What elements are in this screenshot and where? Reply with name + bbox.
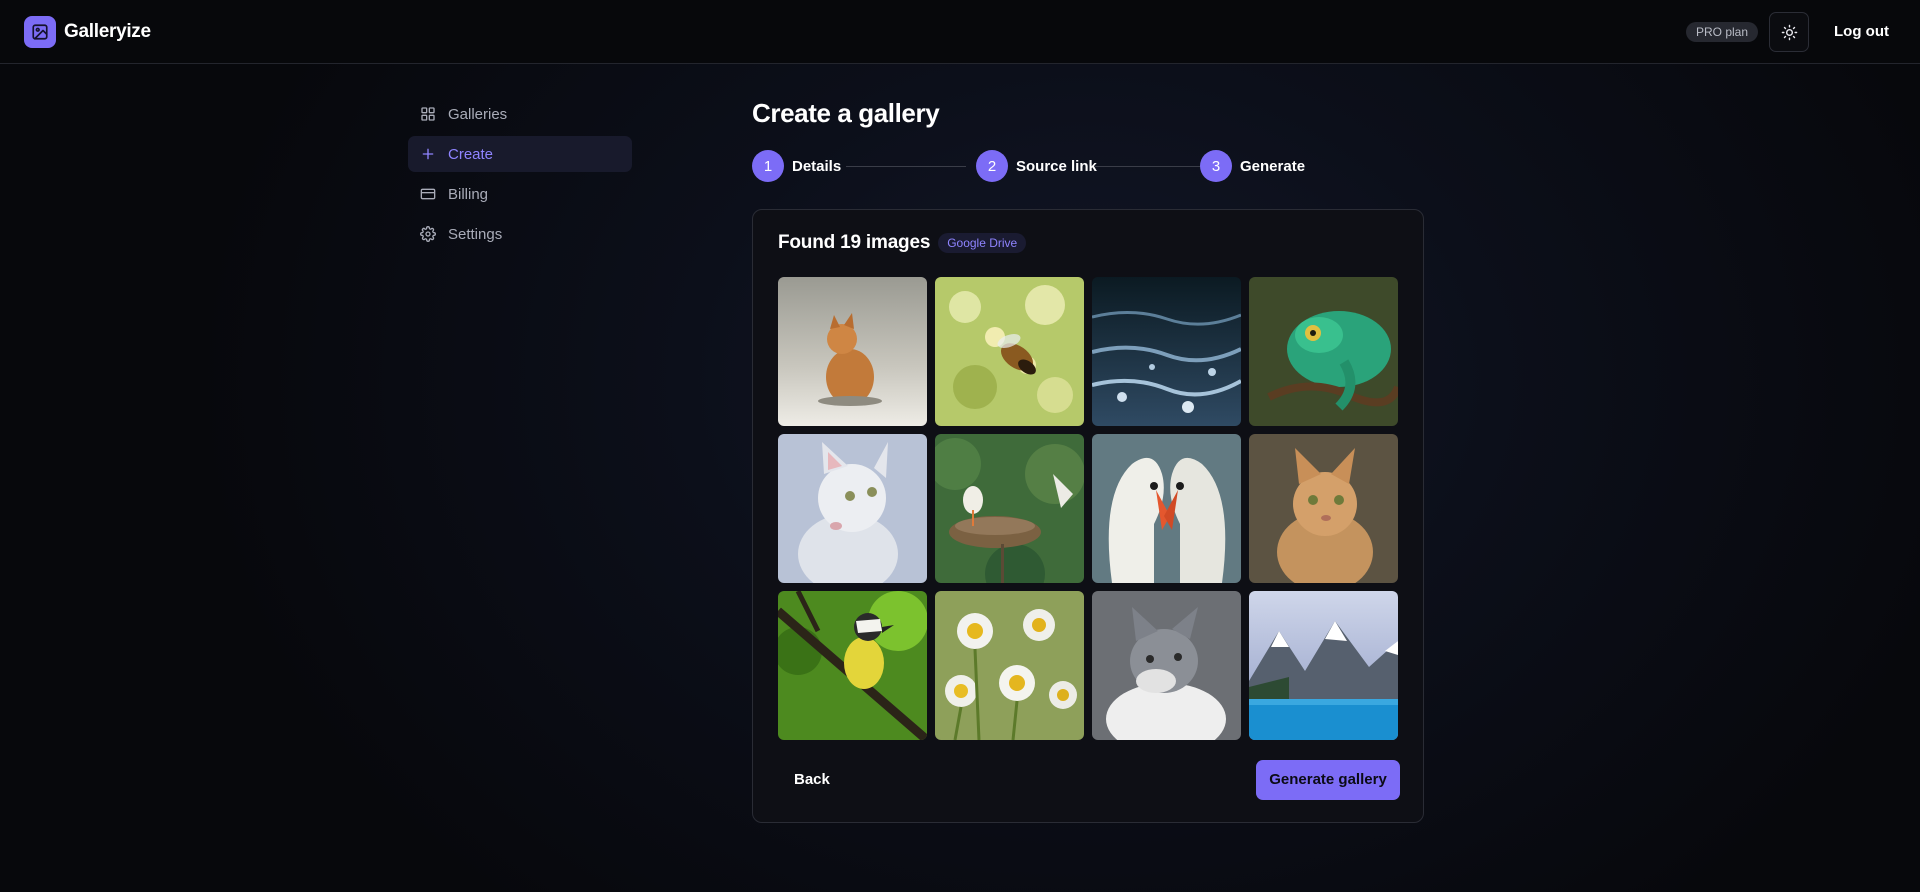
step-label: Generate xyxy=(1240,157,1306,175)
page-title: Create a gallery xyxy=(752,98,940,128)
sidebar: Galleries Create Billing Settings xyxy=(408,96,632,256)
sidebar-item-create[interactable]: Create xyxy=(408,136,632,172)
step-number: 3 xyxy=(1200,150,1232,182)
theme-toggle-button[interactable] xyxy=(1769,12,1809,52)
image-grid xyxy=(778,277,1398,740)
app-name: Galleryize xyxy=(64,21,151,42)
images-card: Found 19 images Google Drive Back Genera… xyxy=(752,209,1424,823)
back-button[interactable]: Back xyxy=(778,760,846,800)
thumbnail-chamomile-flowers[interactable] xyxy=(935,591,1084,740)
gear-icon xyxy=(420,226,436,242)
sidebar-item-label: Galleries xyxy=(448,105,508,123)
step-source-link: 2 Source link xyxy=(976,150,1097,182)
step-label: Source link xyxy=(1016,157,1097,175)
credit-card-icon xyxy=(420,186,436,202)
main-content: Create a gallery 1 Details 2 Source link… xyxy=(752,96,1424,823)
sun-icon xyxy=(1781,24,1797,40)
sidebar-item-settings[interactable]: Settings xyxy=(408,216,632,252)
grid-icon xyxy=(420,106,436,122)
top-bar: Galleryize PRO plan Log out xyxy=(0,0,1920,64)
thumbnail-white-kitten[interactable] xyxy=(778,434,927,583)
image-icon xyxy=(24,16,56,48)
sidebar-item-label: Create xyxy=(448,145,494,163)
source-badge: Google Drive xyxy=(938,233,1027,253)
sidebar-item-label: Billing xyxy=(448,185,489,203)
step-generate: 3 Generate xyxy=(1200,150,1305,182)
step-connector xyxy=(1095,166,1200,167)
thumbnail-chameleon[interactable] xyxy=(1249,277,1398,426)
plus-icon xyxy=(420,146,436,162)
thumbnail-bee-on-flowers[interactable] xyxy=(935,277,1084,426)
stepper: 1 Details 2 Source link 3 Generate xyxy=(752,150,1424,182)
brand[interactable]: Galleryize xyxy=(24,16,151,48)
thumbnail-water-ripples[interactable] xyxy=(1092,277,1241,426)
found-images-title: Found 19 images xyxy=(778,232,931,253)
plan-badge: PRO plan xyxy=(1686,22,1759,42)
logout-button[interactable]: Log out xyxy=(1822,16,1901,48)
step-number: 1 xyxy=(752,150,784,182)
step-label: Details xyxy=(792,157,842,175)
thumbnail-yellow-bird[interactable] xyxy=(778,591,927,740)
sidebar-item-galleries[interactable]: Galleries xyxy=(408,96,632,132)
generate-gallery-button[interactable]: Generate gallery xyxy=(1256,760,1400,800)
step-number: 2 xyxy=(976,150,1008,182)
step-details: 1 Details xyxy=(752,150,841,182)
sidebar-item-label: Settings xyxy=(448,225,503,243)
thumbnail-orange-kitten[interactable] xyxy=(778,277,927,426)
thumbnail-swans[interactable] xyxy=(1092,434,1241,583)
thumbnail-storks-nest[interactable] xyxy=(935,434,1084,583)
sidebar-item-billing[interactable]: Billing xyxy=(408,176,632,212)
step-connector xyxy=(846,166,966,167)
thumbnail-grey-fluffy-cat[interactable] xyxy=(1092,591,1241,740)
card-header: Found 19 images Google Drive xyxy=(778,232,1027,254)
thumbnail-mountain-lake[interactable] xyxy=(1249,591,1398,740)
thumbnail-ginger-cat[interactable] xyxy=(1249,434,1398,583)
